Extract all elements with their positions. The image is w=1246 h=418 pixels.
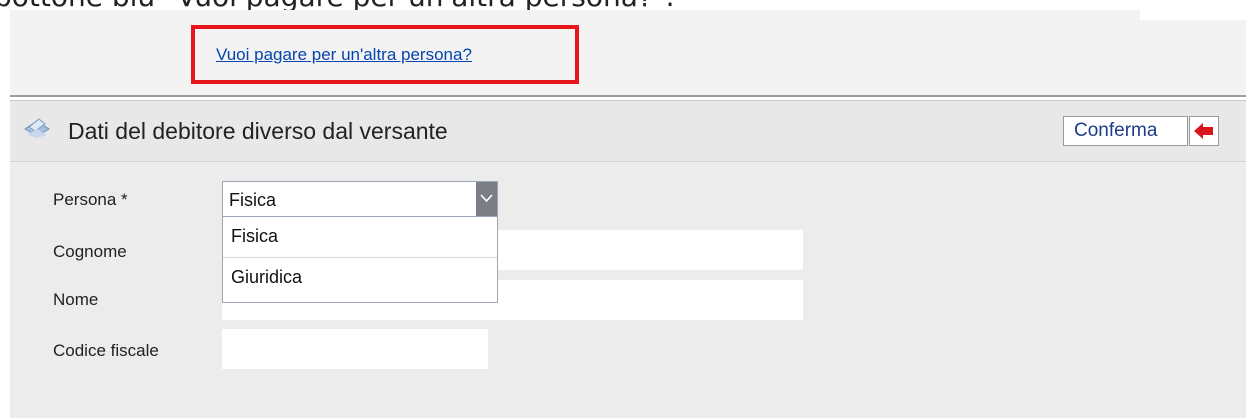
- cognome-label: Cognome: [53, 242, 127, 261]
- codice-fiscale-input[interactable]: [222, 329, 488, 369]
- persona-label: Persona *: [53, 190, 128, 209]
- persona-select-value: Fisica: [229, 190, 277, 210]
- codice-fiscale-label: Codice fiscale: [53, 341, 159, 360]
- debtor-section: Dati del debitore diverso dal versante C…: [10, 100, 1246, 418]
- persona-select[interactable]: Fisica: [222, 181, 498, 217]
- pay-for-other-person-link[interactable]: Vuoi pagare per un'altra persona?: [216, 45, 472, 65]
- back-button[interactable]: [1189, 116, 1219, 146]
- confirm-button[interactable]: Conferma: [1063, 116, 1188, 146]
- persona-dropdown-list: Fisica Giuridica: [222, 217, 498, 303]
- top-panel-corner: [1140, 10, 1246, 20]
- top-panel: Vuoi pagare per un'altra persona?: [10, 10, 1246, 97]
- dropdown-option-fisica[interactable]: Fisica: [223, 217, 497, 257]
- dropdown-option-giuridica[interactable]: Giuridica: [223, 257, 497, 297]
- document-edit-icon: [24, 118, 50, 138]
- nome-label: Nome: [53, 290, 99, 309]
- section-title: Dati del debitore diverso dal versante: [68, 118, 448, 144]
- section-header: Dati del debitore diverso dal versante C…: [10, 101, 1246, 162]
- back-arrow-icon: [1194, 123, 1213, 139]
- chevron-down-icon[interactable]: [476, 182, 497, 216]
